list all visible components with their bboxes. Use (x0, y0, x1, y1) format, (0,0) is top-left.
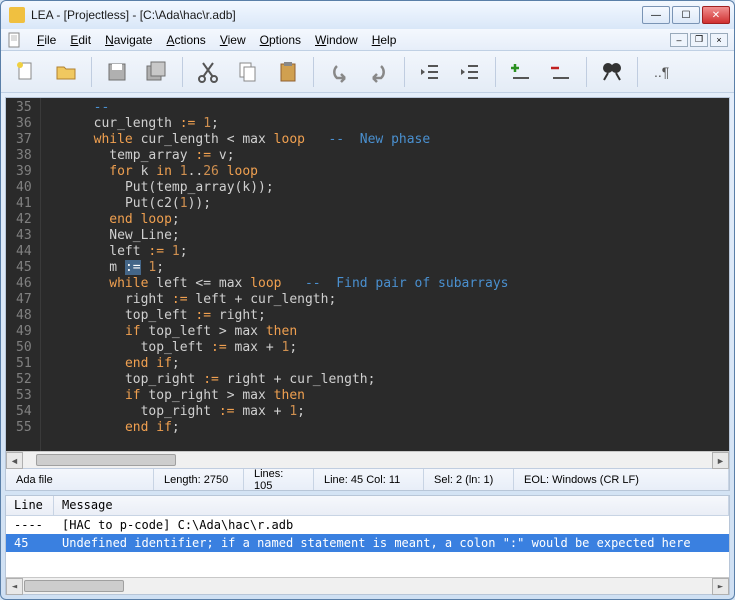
pilcrow-button[interactable]: ..¶ (646, 55, 680, 89)
find-button[interactable] (595, 55, 629, 89)
status-length: Length: 2750 (154, 469, 244, 490)
scroll-left-icon[interactable]: ◄ (6, 578, 23, 595)
save-button[interactable] (100, 55, 134, 89)
messages-hscrollbar[interactable]: ◄ ► (6, 577, 729, 594)
menu-edit[interactable]: Edit (64, 31, 97, 49)
message-row[interactable]: 45Undefined identifier; if a named state… (6, 534, 729, 552)
remove-button[interactable] (544, 55, 578, 89)
redo-button[interactable] (362, 55, 396, 89)
saveall-button[interactable] (140, 55, 174, 89)
menu-options[interactable]: Options (254, 31, 307, 49)
cut-button[interactable] (191, 55, 225, 89)
mdi-restore-button[interactable]: ❐ (690, 33, 708, 47)
paste-button[interactable] (271, 55, 305, 89)
status-selection: Sel: 2 (ln: 1) (424, 469, 514, 490)
code-editor[interactable]: 3536373839404142434445464748495051525354… (6, 98, 729, 451)
app-window: LEA - [Projectless] - [C:\Ada\hac\r.adb]… (0, 0, 735, 600)
menu-help[interactable]: Help (366, 31, 403, 49)
menu-actions[interactable]: Actions (160, 31, 211, 49)
editor-area: 3536373839404142434445464748495051525354… (5, 97, 730, 491)
menu-window[interactable]: Window (309, 31, 364, 49)
window-title: LEA - [Projectless] - [C:\Ada\hac\r.adb] (31, 8, 642, 22)
doc-icon (7, 32, 23, 48)
status-position: Line: 45 Col: 11 (314, 469, 424, 490)
menu-file[interactable]: File (31, 31, 62, 49)
menu-navigate[interactable]: Navigate (99, 31, 158, 49)
status-filetype: Ada file (6, 469, 154, 490)
menubar: File Edit Navigate Actions View Options … (1, 29, 734, 51)
mdi-minimize-button[interactable]: – (670, 33, 688, 47)
statusbar: Ada file Length: 2750 Lines: 105 Line: 4… (6, 468, 729, 490)
scroll-left-icon[interactable]: ◄ (6, 452, 23, 469)
copy-button[interactable] (231, 55, 265, 89)
outdent-button[interactable] (413, 55, 447, 89)
add-button[interactable] (504, 55, 538, 89)
toolbar: ..¶ (1, 51, 734, 93)
scroll-right-icon[interactable]: ► (712, 578, 729, 595)
msg-col-message[interactable]: Message (54, 496, 729, 515)
undo-button[interactable] (322, 55, 356, 89)
close-button[interactable]: ✕ (702, 6, 730, 24)
scroll-right-icon[interactable]: ► (712, 452, 729, 469)
titlebar[interactable]: LEA - [Projectless] - [C:\Ada\hac\r.adb]… (1, 1, 734, 29)
new-button[interactable] (9, 55, 43, 89)
indent-button[interactable] (453, 55, 487, 89)
maximize-button[interactable]: ☐ (672, 6, 700, 24)
menu-view[interactable]: View (214, 31, 252, 49)
code-content[interactable]: -- cur_length := 1; while cur_length < m… (41, 98, 729, 451)
editor-hscrollbar[interactable]: ◄ ► (6, 451, 729, 468)
status-lines: Lines: 105 (244, 469, 314, 490)
messages-panel: Line Message ----[HAC to p-code] C:\Ada\… (5, 495, 730, 595)
messages-body[interactable]: ----[HAC to p-code] C:\Ada\hac\r.adb45Un… (6, 516, 729, 577)
status-eol: EOL: Windows (CR LF) (514, 469, 729, 490)
scroll-thumb[interactable] (36, 454, 176, 466)
mdi-close-button[interactable]: × (710, 33, 728, 47)
minimize-button[interactable]: — (642, 6, 670, 24)
msg-col-line[interactable]: Line (6, 496, 54, 515)
app-icon (9, 7, 25, 23)
scroll-thumb[interactable] (24, 580, 124, 592)
messages-header: Line Message (6, 496, 729, 516)
message-row[interactable]: ----[HAC to p-code] C:\Ada\hac\r.adb (6, 516, 729, 534)
line-gutter: 3536373839404142434445464748495051525354… (6, 98, 41, 451)
svg-text:..¶: ..¶ (654, 64, 669, 80)
open-button[interactable] (49, 55, 83, 89)
